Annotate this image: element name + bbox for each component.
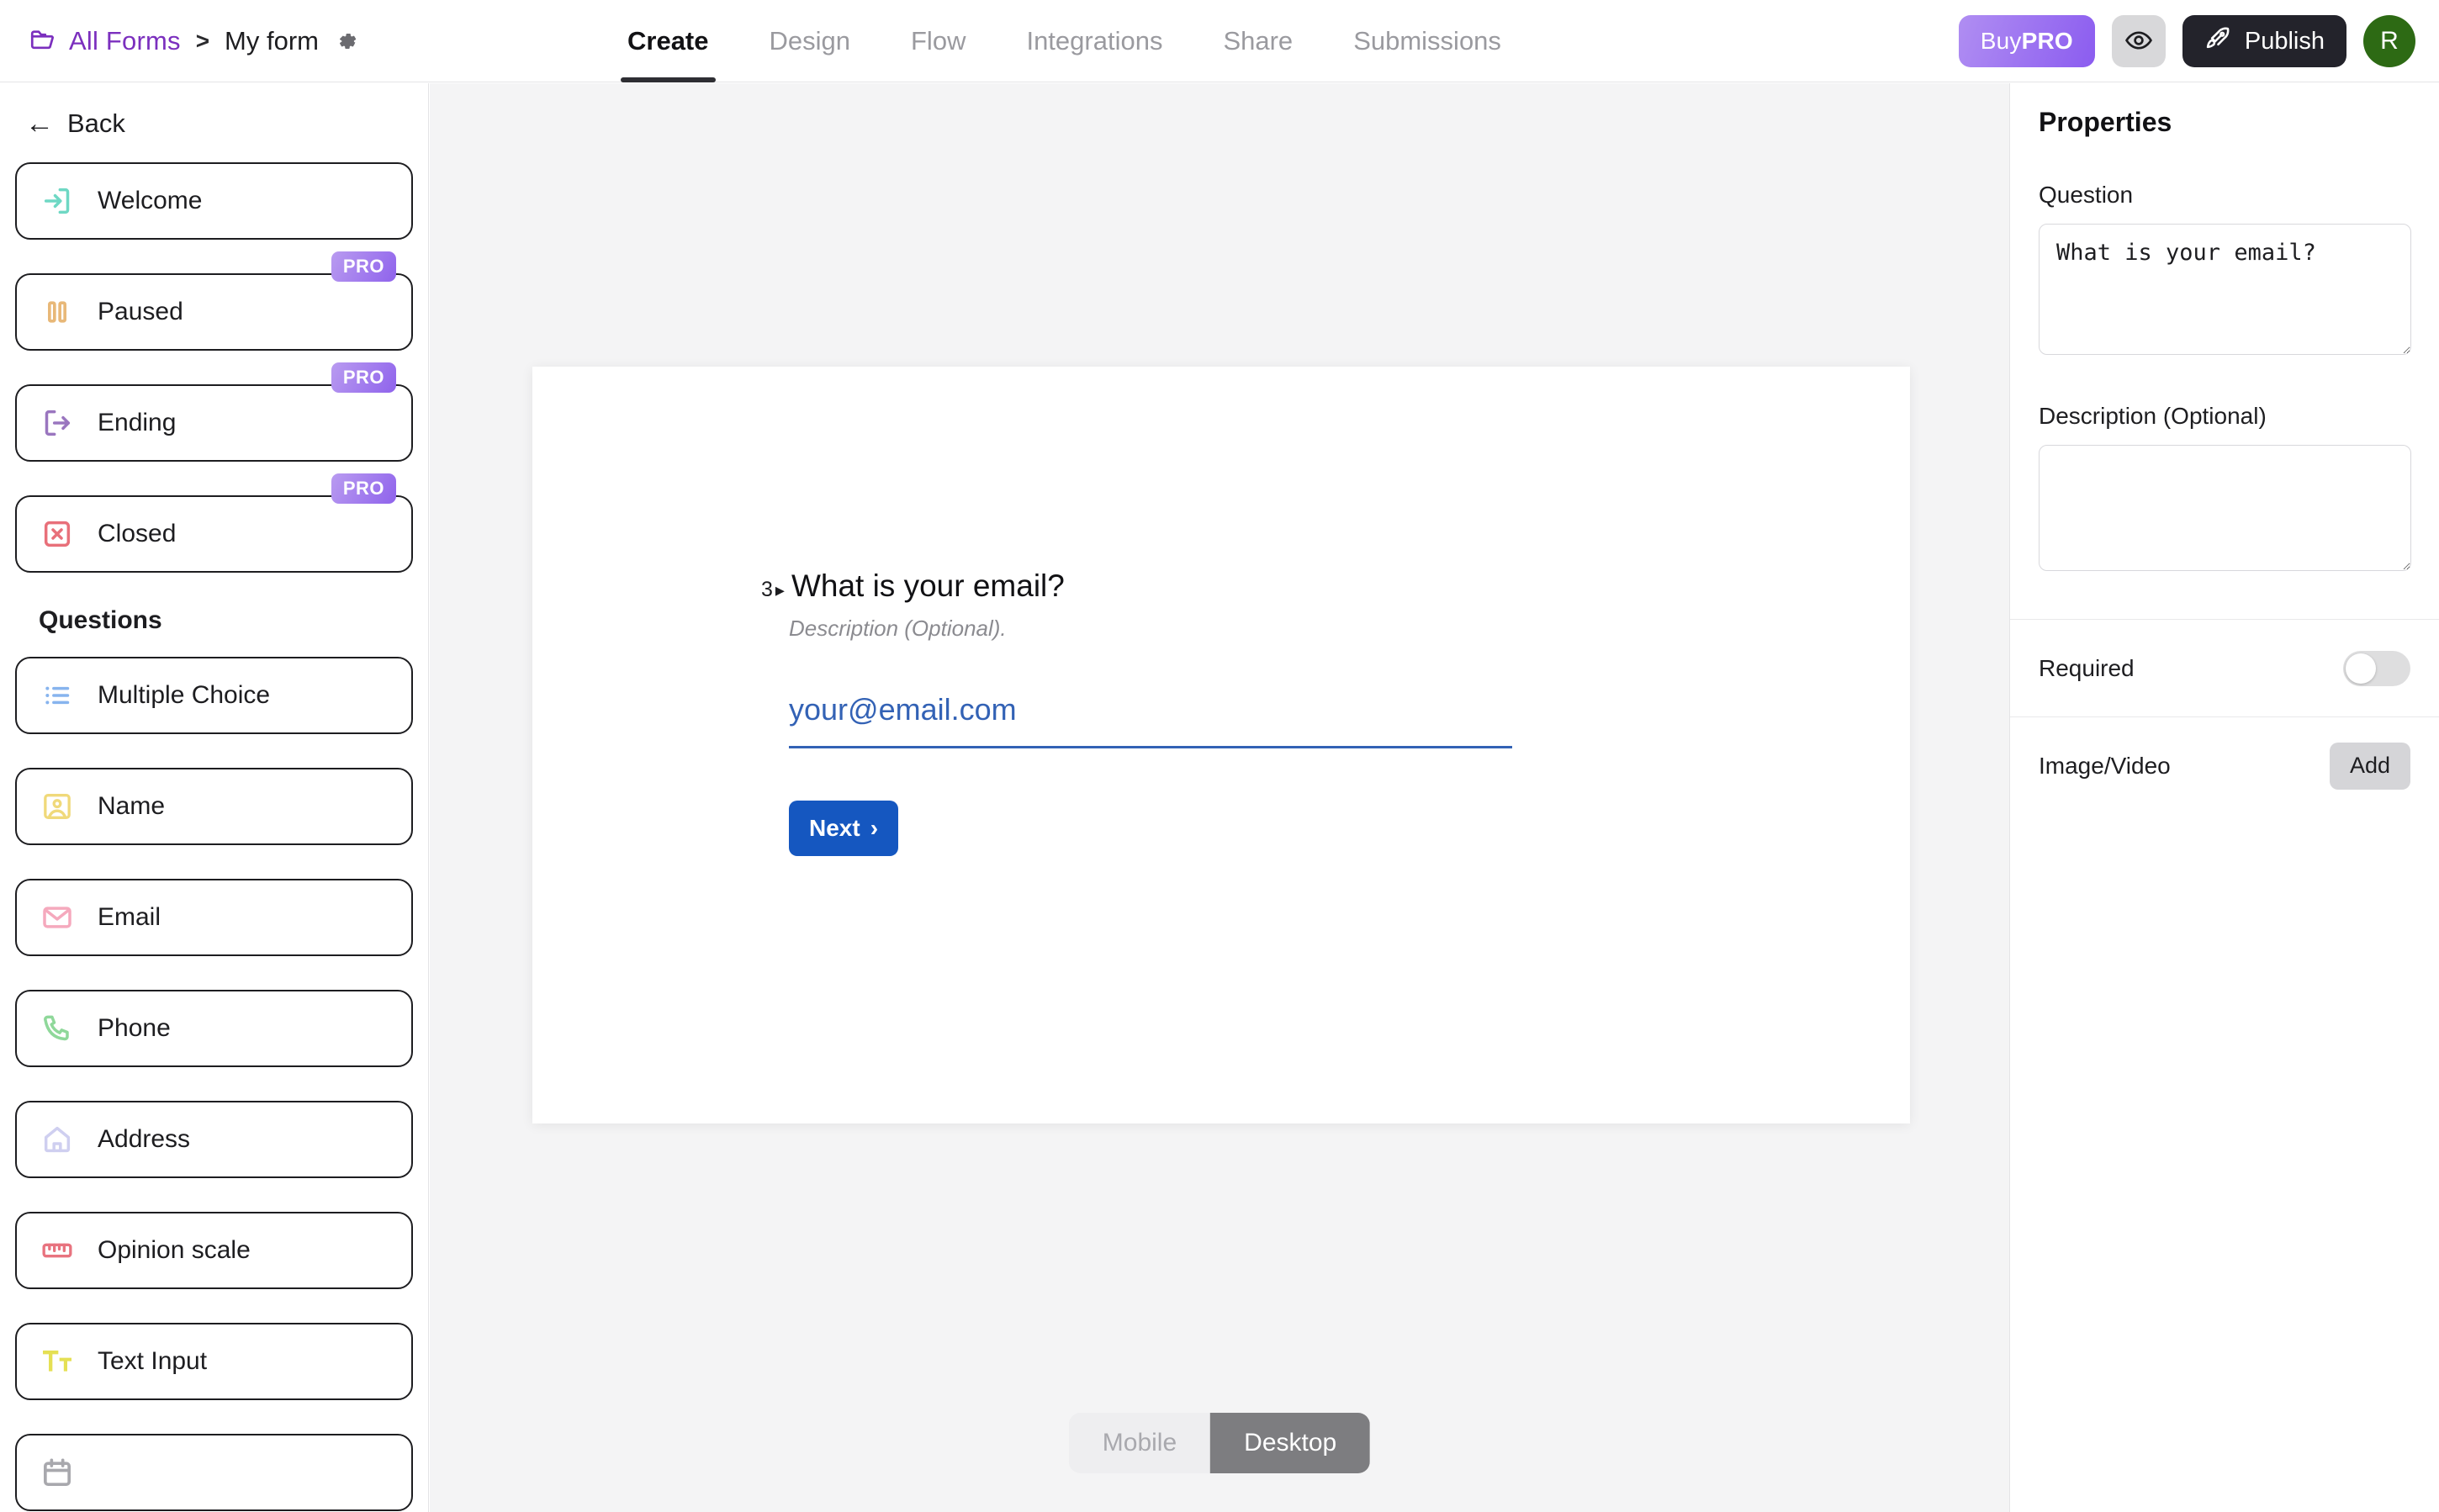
question-property-block: Question Description (Optional) — [2010, 182, 2439, 619]
breadcrumb-separator: > — [195, 27, 210, 54]
description-field-label: Description (Optional) — [2039, 403, 2267, 429]
required-label: Required — [2039, 654, 2135, 681]
next-button[interactable]: Next › — [789, 801, 899, 856]
sidebar-item-label: Closed — [98, 520, 177, 547]
description-textarea[interactable] — [2039, 445, 2411, 571]
x-square-icon — [40, 517, 74, 551]
sidebar-item-text-input[interactable]: Text Input — [15, 1323, 413, 1400]
calendar-icon — [40, 1456, 74, 1489]
pause-icon — [40, 295, 74, 329]
breadcrumb-all-forms[interactable]: All Forms — [69, 26, 181, 56]
pro-badge: PRO — [331, 473, 396, 504]
toggle-knob — [2346, 653, 2376, 684]
sidebar-item-label: Text Input — [98, 1347, 208, 1375]
gear-icon[interactable] — [331, 29, 359, 54]
sidebar-item-multiple-choice[interactable]: Multiple Choice — [15, 657, 413, 734]
back-label: Back — [67, 108, 125, 138]
breadcrumb-form-name[interactable]: My form — [225, 26, 319, 56]
sidebar-item-name[interactable]: Name — [15, 768, 413, 845]
device-desktop-button[interactable]: Desktop — [1210, 1413, 1371, 1473]
buy-pro-prefix: Buy — [1980, 28, 2022, 54]
tab-share[interactable]: Share — [1193, 0, 1323, 82]
properties-title: Properties — [2039, 107, 2172, 137]
sidebar-item-partial[interactable] — [15, 1434, 413, 1511]
logout-arrow-icon — [40, 406, 74, 440]
sidebar-item-label: Email — [98, 903, 161, 931]
back-button[interactable]: ← Back — [25, 108, 428, 139]
image-video-row: Image/Video Add — [2010, 716, 2439, 814]
form-canvas: 3 ▸ What is your email? Description (Opt… — [430, 83, 2009, 1512]
folder-icon — [29, 27, 57, 56]
eye-icon — [2124, 26, 2153, 57]
sidebar-item-welcome[interactable]: Welcome — [15, 162, 413, 240]
preview-button[interactable] — [2111, 15, 2166, 67]
email-field-underline — [789, 746, 1512, 748]
sidebar-item-label: Address — [98, 1125, 191, 1153]
question-textarea[interactable] — [2039, 224, 2411, 355]
sidebar-item-label: Multiple Choice — [98, 681, 271, 709]
avatar[interactable]: R — [2363, 15, 2415, 67]
list-bullet-icon — [40, 679, 74, 712]
envelope-icon — [40, 901, 74, 934]
chevron-right-icon: › — [870, 815, 879, 841]
required-toggle[interactable] — [2343, 650, 2410, 686]
ruler-icon — [40, 1234, 74, 1267]
image-video-label: Image/Video — [2039, 752, 2171, 779]
buy-pro-suffix: PRO — [2021, 28, 2073, 54]
add-media-button[interactable]: Add — [2329, 742, 2410, 790]
text-tt-icon — [40, 1345, 74, 1378]
pro-badge: PRO — [331, 362, 396, 393]
phone-icon — [40, 1012, 74, 1045]
sidebar-item-closed[interactable]: PRO Closed — [15, 473, 413, 573]
sidebar-item-opinion-scale[interactable]: Opinion scale — [15, 1212, 413, 1289]
main-tabs: Create Design Flow Integrations Share Su… — [597, 0, 1532, 82]
question-field-label: Question — [2039, 182, 2134, 208]
sidebar-item-phone[interactable]: Phone — [15, 990, 413, 1067]
sidebar-item-label: Opinion scale — [98, 1236, 251, 1264]
question-description[interactable]: Description (Optional). — [789, 616, 1910, 642]
sidebar-item-email[interactable]: Email — [15, 879, 413, 956]
next-label: Next — [809, 815, 860, 841]
device-toggle: Mobile Desktop — [1068, 1413, 1371, 1473]
email-field[interactable]: your@email.com — [789, 692, 1512, 748]
tab-design[interactable]: Design — [739, 0, 881, 82]
email-field-placeholder: your@email.com — [789, 692, 1017, 727]
publish-button[interactable]: Publish — [2182, 15, 2346, 67]
form-preview-card: 3 ▸ What is your email? Description (Opt… — [532, 367, 1910, 1123]
rocket-icon — [2204, 24, 2233, 59]
sidebar-item-label: Ending — [98, 409, 177, 436]
properties-panel: Properties Question Description (Optiona… — [2009, 83, 2439, 1512]
sidebar-item-label: Welcome — [98, 187, 203, 214]
tab-flow[interactable]: Flow — [881, 0, 996, 82]
login-arrow-icon — [40, 184, 74, 218]
home-icon — [40, 1123, 74, 1156]
question-number: 3 — [761, 578, 773, 601]
tab-create[interactable]: Create — [597, 0, 739, 82]
arrow-left-icon: ← — [25, 108, 54, 140]
breadcrumb: All Forms > My form — [29, 26, 359, 56]
screen-tile-list: Welcome PRO Paused PRO Ending PRO Closed… — [0, 162, 428, 1511]
sidebar-item-label: Name — [98, 792, 166, 820]
sidebar-item-label: Paused — [98, 298, 183, 325]
pro-badge: PRO — [331, 251, 396, 282]
buy-pro-button[interactable]: Buy PRO — [1958, 15, 2095, 67]
caret-right-icon: ▸ — [775, 579, 785, 600]
question-heading: 3 ▸ What is your email? — [761, 568, 1910, 604]
tab-integrations[interactable]: Integrations — [996, 0, 1193, 82]
top-actions: Buy PRO Publish R — [1958, 0, 2415, 82]
sidebar-item-address[interactable]: Address — [15, 1101, 413, 1178]
tab-submissions[interactable]: Submissions — [1323, 0, 1532, 82]
person-frame-icon — [40, 790, 74, 823]
sidebar-item-label: Phone — [98, 1014, 171, 1042]
sidebar-item-paused[interactable]: PRO Paused — [15, 251, 413, 351]
device-mobile-button[interactable]: Mobile — [1068, 1413, 1211, 1473]
questions-section-title: Questions — [39, 606, 162, 634]
publish-label: Publish — [2244, 27, 2325, 55]
sidebar-item-ending[interactable]: PRO Ending — [15, 362, 413, 462]
left-sidebar: ← Back Welcome PRO Paused PRO Ending PRO… — [0, 83, 429, 1512]
top-bar: All Forms > My form Create Design Flow I… — [0, 0, 2439, 82]
question-title[interactable]: What is your email? — [791, 568, 1065, 604]
required-row: Required — [2010, 619, 2439, 716]
